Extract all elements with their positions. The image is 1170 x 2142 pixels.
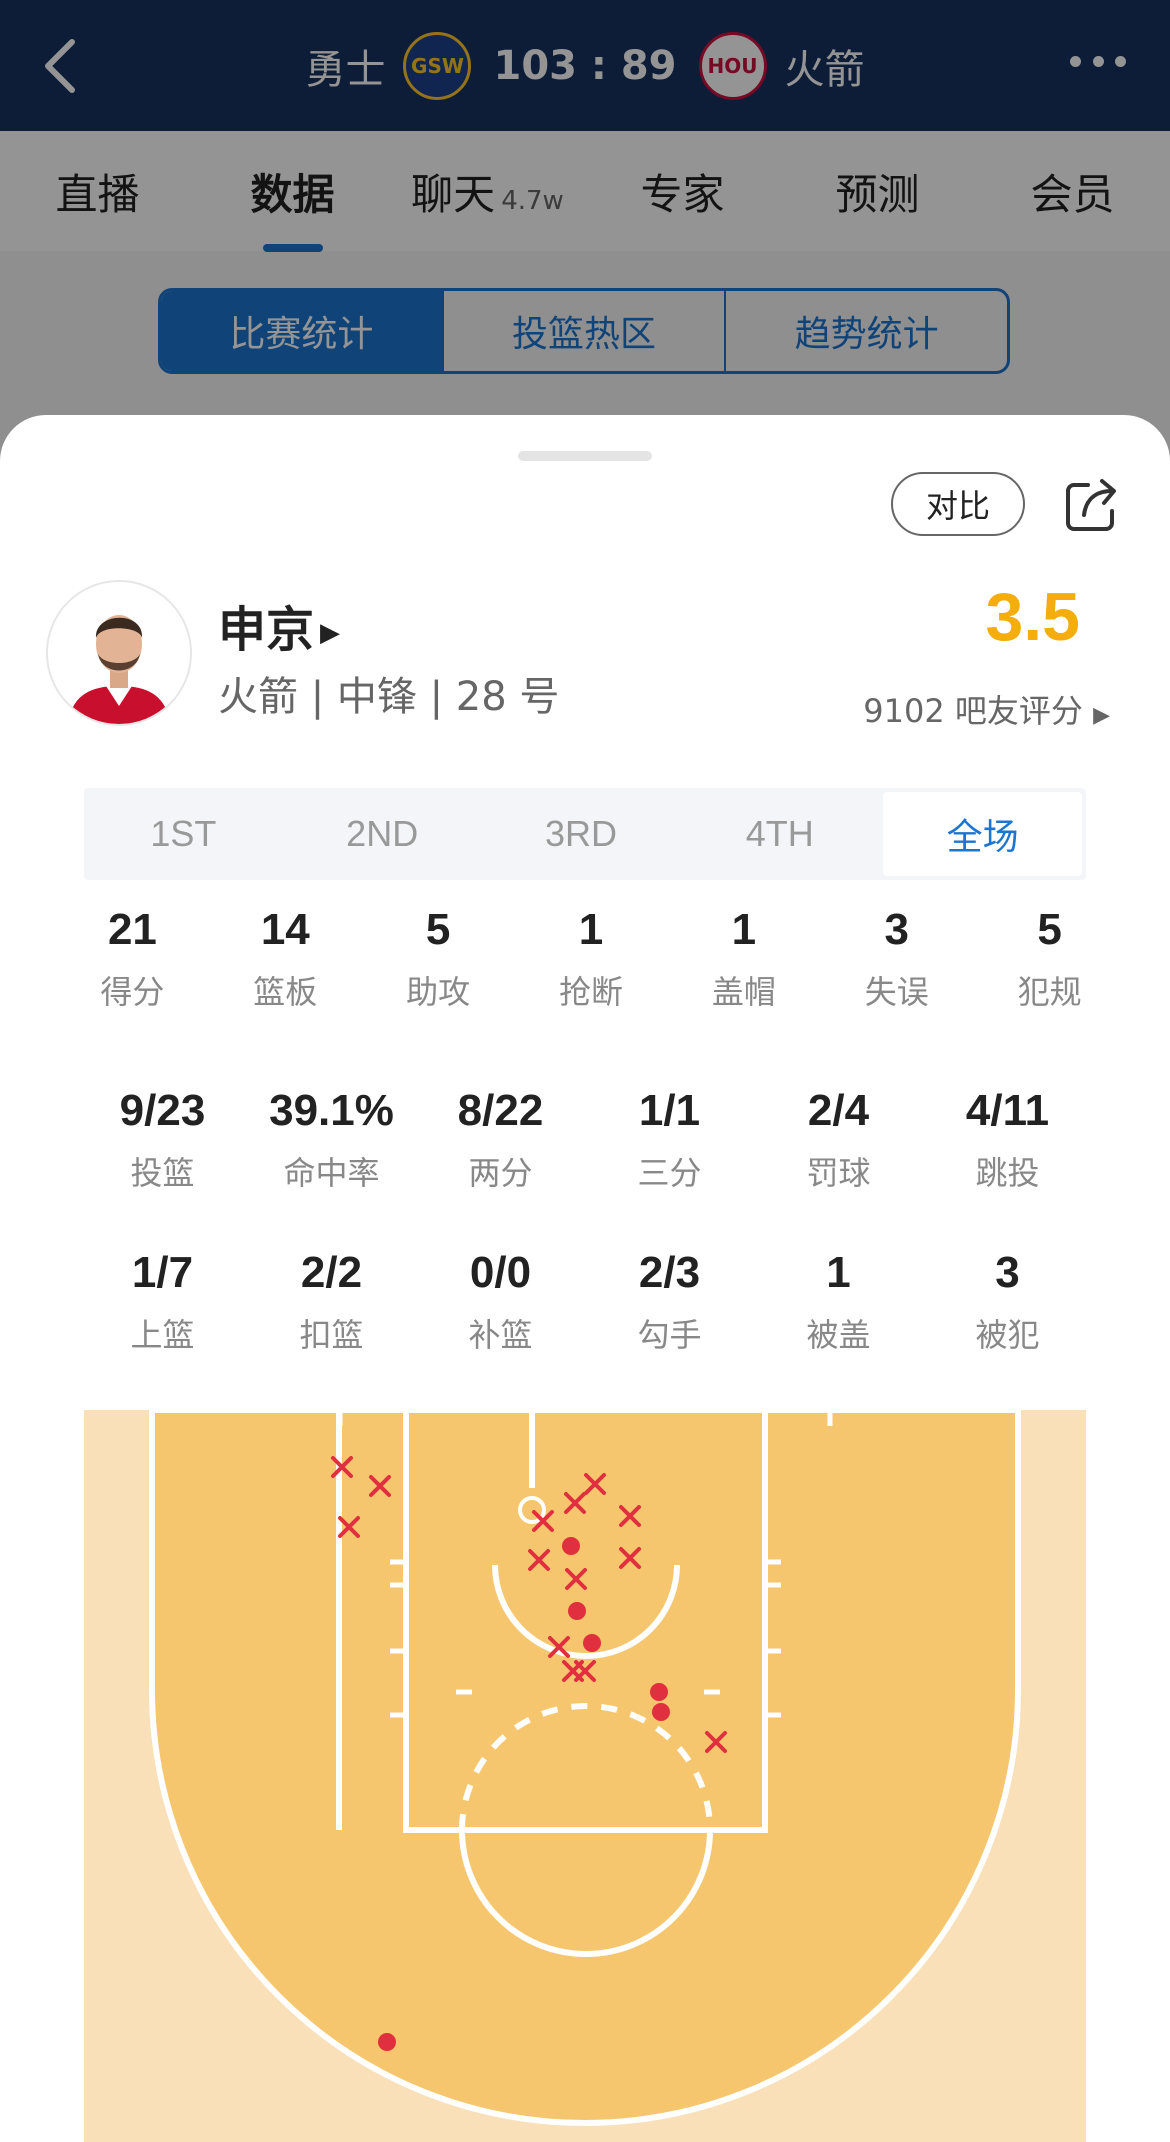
stat-label: 得分 [100,973,165,1011]
stat-label: 扣篮 [299,1316,364,1354]
stat-value: 2/3 [638,1248,701,1297]
stat-value: 3 [884,905,909,954]
player-name: 申京 [218,602,315,658]
stat-label: 助攻 [406,973,471,1011]
stat-value: 5 [1037,905,1062,954]
rating-votes: 9102 吧友评分 [863,692,1083,730]
stat-value: 5 [425,905,451,954]
made-shot-dot-icon [650,1683,668,1701]
stat-label: 命中率 [283,1154,380,1192]
stat-cell: 2/4 罚球 [754,1086,923,1194]
stat-label: 投篮 [130,1154,195,1192]
stat-label: 篮板 [253,973,318,1011]
stat-value: 39.1% [269,1086,394,1135]
stat-cell: 1 被盖 [754,1248,923,1356]
period-selector: 1ST 2ND 3RD 4TH 全场 [84,788,1086,880]
made-shot-dot-icon [378,2033,396,2051]
basic-stats-row: 21 得分 14 篮板 5 助攻 1 抢断 1 盖帽 3 失误 5 犯规 [56,905,1126,1013]
period-3rd[interactable]: 3RD [482,788,681,880]
stat-cell: 1/7 上篮 [78,1248,247,1356]
player-name-link[interactable]: 申京 ▶ [218,590,340,660]
stat-cell: 9/23 投篮 [78,1086,247,1194]
stat-label: 补篮 [468,1316,533,1354]
stat-cell: 5 犯规 [973,905,1126,1013]
player-info: 火箭 | 中锋 | 28 号 [218,674,560,720]
stat-cell: 8/22 两分 [416,1086,585,1194]
stat-cell: 2/3 勾手 [585,1248,754,1356]
shooting-stats-row: 9/23 投篮 39.1% 命中率 8/22 两分 1/1 三分 2/4 罚球 4/11 跳… [78,1086,1092,1194]
stat-value: 1 [578,905,604,954]
stat-cell: 1 抢断 [515,905,668,1013]
stat-label: 抢断 [559,973,624,1011]
stat-cell: 3 被犯 [923,1248,1092,1356]
stat-value: 1/7 [131,1248,194,1297]
stat-label: 跳投 [975,1154,1040,1192]
stat-label: 被犯 [975,1316,1040,1354]
stat-value: 1 [826,1248,851,1297]
stat-label: 勾手 [637,1316,702,1354]
stat-value: 4/11 [965,1086,1050,1135]
period-4th[interactable]: 4TH [680,788,879,880]
stat-value: 8/22 [457,1086,544,1135]
stat-label: 两分 [468,1154,533,1192]
stat-label: 上篮 [130,1316,195,1354]
stat-value: 2/4 [807,1086,870,1135]
stat-cell: 0/0 补篮 [416,1248,585,1356]
player-rating: 3.5 [985,579,1080,655]
stat-value: 21 [107,905,157,954]
made-shot-dot-icon [652,1703,670,1721]
period-1st[interactable]: 1ST [84,788,283,880]
caret-right-icon: ▶ [1093,703,1110,728]
made-shot-dot-icon [583,1634,601,1652]
stat-value: 0/0 [469,1248,532,1297]
made-shot-dot-icon [562,1537,580,1555]
stat-value: 3 [995,1248,1020,1297]
stat-label: 盖帽 [711,973,776,1011]
stat-cell: 5 助攻 [362,905,515,1013]
sheet-drag-handle[interactable] [518,451,652,461]
stat-cell: 14 篮板 [209,905,362,1013]
stat-value: 2/2 [300,1248,363,1297]
shot-type-stats-row: 1/7 上篮 2/2 扣篮 0/0 补篮 2/3 勾手 1 被盖 3 被犯 [78,1248,1092,1356]
stat-cell: 3 失误 [820,905,973,1013]
stat-label: 被盖 [806,1316,871,1354]
stat-value: 1 [731,905,757,954]
period-full-game[interactable]: 全场 [883,792,1082,876]
stat-label: 犯规 [1017,973,1082,1011]
share-icon[interactable] [1062,475,1122,535]
stat-cell: 39.1% 命中率 [247,1086,416,1194]
stat-value: 1/1 [638,1086,701,1135]
player-avatar[interactable] [46,580,192,726]
stat-value: 9/23 [119,1086,206,1135]
stat-cell: 1 盖帽 [667,905,820,1013]
stat-cell: 21 得分 [56,905,209,1013]
stat-label: 三分 [637,1154,702,1192]
shot-chart [84,1410,1086,2142]
made-shot-dot-icon [568,1602,586,1620]
stat-label: 罚球 [806,1154,871,1192]
stat-cell: 1/1 三分 [585,1086,754,1194]
stat-cell: 2/2 扣篮 [247,1248,416,1356]
period-2nd[interactable]: 2ND [283,788,482,880]
player-photo [48,582,190,724]
caret-right-icon: ▶ [320,618,341,648]
rating-votes-link[interactable]: 9102 吧友评分 ▶ [820,686,1110,732]
compare-button[interactable]: 对比 [891,472,1025,536]
stat-label: 失误 [864,973,929,1011]
stat-value: 14 [260,905,310,954]
stat-cell: 4/11 跳投 [923,1086,1092,1194]
